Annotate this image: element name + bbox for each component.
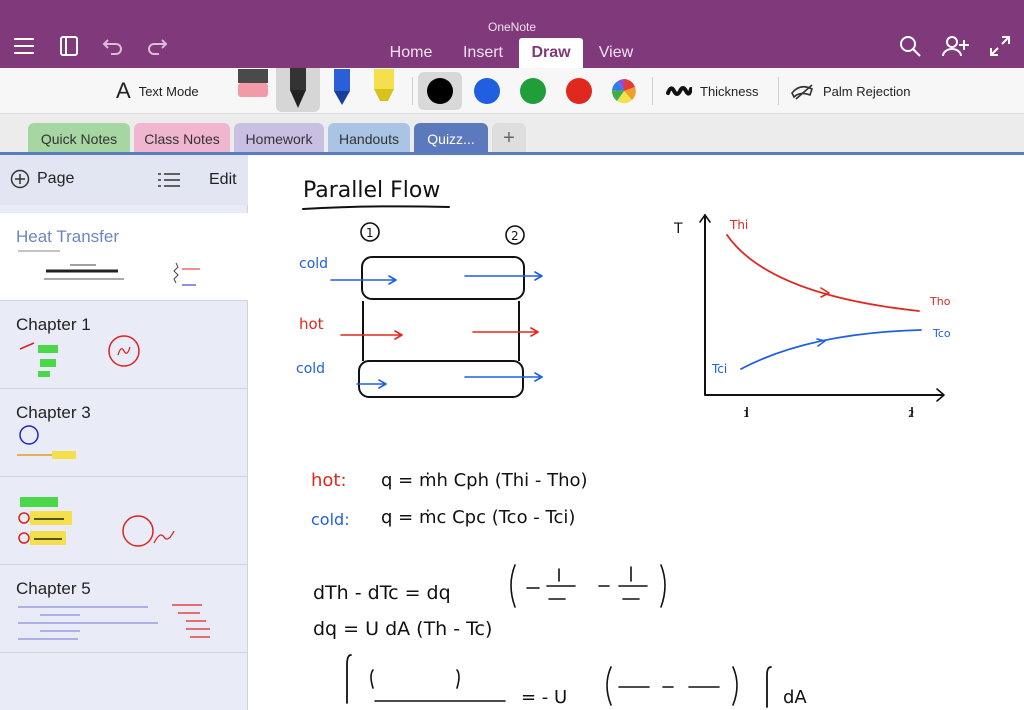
graph-tho-label: Tho — [929, 295, 951, 308]
section-tab-quick-notes[interactable]: Quick Notes — [28, 123, 130, 154]
color-red[interactable] — [566, 78, 592, 104]
undo-icon[interactable] — [102, 36, 124, 56]
highlighter-icon — [374, 69, 394, 101]
add-user-icon[interactable] — [942, 34, 970, 58]
ink-drawing: Parallel Flow 1 2 cold hot cold T 1 2 Th… — [296, 178, 951, 708]
black-pen-icon — [290, 68, 306, 108]
note-heading: Parallel Flow — [303, 178, 440, 203]
station-1-label: 1 — [366, 226, 374, 240]
eq-hot: q = ṁh Cph (Thi - Tho) — [381, 470, 588, 491]
section-tab-quizz[interactable]: Quizz... — [414, 123, 488, 154]
page-item-chapter-3[interactable]: Chapter 3 — [0, 389, 248, 477]
add-circle-icon — [10, 169, 30, 189]
eq-da: dA — [783, 687, 807, 708]
tab-draw[interactable]: Draw — [519, 38, 583, 68]
color-blue[interactable] — [474, 78, 500, 104]
pen-tool-selected[interactable] — [276, 68, 320, 112]
draw-toolbar: A Text Mode Thickness Palm Rejection — [0, 68, 1024, 114]
tab-home[interactable]: Home — [382, 38, 440, 68]
thickness-icon — [666, 86, 692, 96]
graph-thi-label: Thi — [729, 218, 748, 232]
sort-pages-icon[interactable] — [158, 172, 182, 193]
add-page-button[interactable]: Page — [10, 169, 74, 189]
page-thumbnail — [18, 250, 200, 286]
eq-dt-fractions — [510, 564, 666, 608]
eq-cold: q = ṁc Cpc (Tco - Tci) — [381, 507, 575, 528]
page-item-chapter-5[interactable]: Chapter 5 — [0, 565, 248, 653]
eraser-tool[interactable] — [234, 68, 272, 114]
color-green[interactable] — [520, 78, 546, 104]
page-item-chapter-4[interactable] — [0, 477, 248, 565]
eq-hot-label: hot: — [311, 470, 347, 491]
palm-rejection-icon — [791, 84, 813, 100]
add-section-icon[interactable]: + — [492, 123, 526, 154]
graph-tco-label: Tco — [932, 327, 951, 340]
eq-dt: dTh - dTc = dq — [313, 582, 451, 604]
notebooks-icon[interactable] — [58, 34, 80, 58]
text-mode-label: Text Mode — [138, 83, 199, 99]
cold-label-top: cold — [299, 256, 328, 272]
bottom-tube — [358, 360, 524, 398]
app-title: OneNote — [487, 20, 537, 34]
color-wheel-icon[interactable] — [611, 78, 637, 104]
page-item-heat-transfer[interactable]: Heat Transfer — [0, 213, 248, 301]
title-bar: OneNote Home Insert Draw View — [0, 0, 1024, 68]
palm-rejection-button[interactable]: Palm Rejection — [790, 68, 910, 114]
graph-y-label: T — [673, 221, 683, 237]
text-mode-icon: A — [116, 78, 131, 103]
page-thumbnail — [17, 425, 76, 459]
hot-label: hot — [299, 315, 324, 333]
hot-curve — [726, 234, 920, 312]
section-tab-handouts[interactable]: Handouts — [328, 123, 410, 154]
palm-rejection-label: Palm Rejection — [823, 83, 911, 99]
edit-pages-button[interactable]: Edit — [209, 171, 237, 189]
blue-pen-icon — [334, 69, 350, 105]
graph-tick-2: 2 — [908, 409, 914, 420]
graph-tci-label: Tci — [711, 362, 727, 376]
page-thumbnail — [18, 604, 210, 640]
page-item-chapter-1[interactable]: Chapter 1 — [0, 301, 248, 389]
highlighter-tool[interactable] — [368, 68, 400, 114]
eraser-icon — [238, 69, 268, 97]
fullscreen-icon[interactable] — [988, 34, 1012, 58]
hamburger-menu-icon[interactable] — [12, 36, 36, 56]
tab-view[interactable]: View — [590, 38, 642, 68]
page-pane-header: Page Edit — [0, 155, 248, 205]
text-mode-button[interactable]: A Text Mode — [116, 68, 199, 114]
eq-dq: dq = U dA (Th - Tc) — [313, 618, 492, 640]
color-black[interactable] — [427, 78, 453, 104]
temperature-graph: T 1 2 Thi Tho Tco Tci — [673, 214, 951, 420]
thickness-button[interactable]: Thickness — [666, 68, 759, 114]
eq-cold-label: cold: — [311, 510, 350, 529]
page-thumbnail — [19, 335, 140, 377]
cold-label-bottom: cold — [296, 361, 325, 377]
search-icon[interactable] — [898, 34, 922, 58]
cold-curve — [740, 329, 922, 370]
top-tube — [361, 256, 525, 300]
blue-pen-tool[interactable] — [326, 68, 358, 114]
section-tab-class-notes[interactable]: Class Notes — [134, 123, 230, 154]
note-canvas[interactable]: Parallel Flow 1 2 cold hot cold T 1 2 Th… — [249, 155, 1024, 710]
station-2-label: 2 — [511, 229, 519, 243]
section-tab-homework[interactable]: Homework — [234, 123, 324, 154]
page-thumbnail — [18, 497, 175, 547]
section-tabs-bar: Quick Notes Class Notes Homework Handout… — [0, 114, 1024, 154]
eq-int: = - U — [521, 687, 567, 708]
page-list-pane: Page Edit Heat Transfer Chapter 1 Chapte… — [0, 155, 248, 710]
tab-insert[interactable]: Insert — [452, 38, 514, 68]
thickness-label: Thickness — [700, 83, 759, 99]
graph-tick-1: 1 — [743, 409, 749, 420]
redo-icon[interactable] — [146, 36, 168, 56]
add-page-label: Page — [37, 170, 75, 187]
